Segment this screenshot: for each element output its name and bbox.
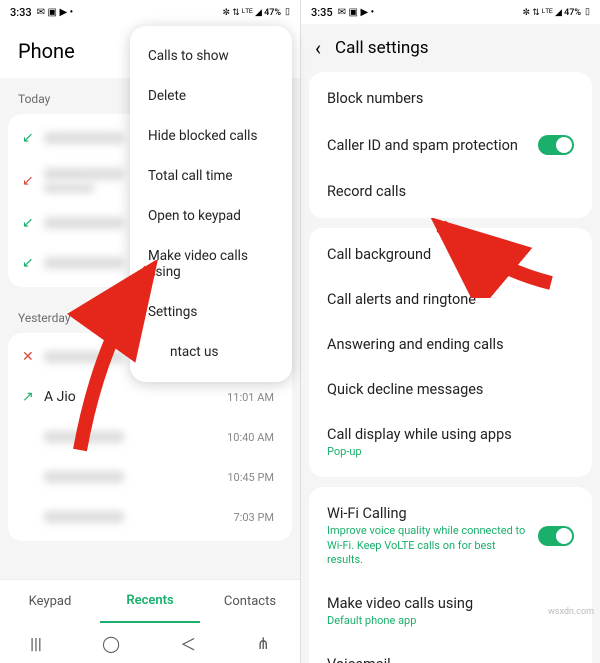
caller-name <box>44 217 124 229</box>
call-time: 11:01 AM <box>227 391 278 404</box>
settings-header: ‹ Call settings <box>301 24 600 72</box>
status-time: 3:35 <box>311 6 333 19</box>
settings-group-3: Wi-Fi Calling Improve voice quality whil… <box>309 487 592 663</box>
caller-name <box>44 132 124 144</box>
caller-name <box>44 168 124 180</box>
status-system-icons: ✼ ⇅ ᴸᵀᴱ ◢ 47% <box>222 7 281 18</box>
phone-app-pane: 3:33 ✉ ▣ ▶ • ✼ ⇅ ᴸᵀᴱ ◢ 47% ▯ Phone Today… <box>0 0 300 663</box>
annotation-arrow-settings <box>60 260 170 460</box>
call-time: 10:40 AM <box>227 431 278 444</box>
status-bar: 3:35 ✉ ▣ ▶ • ✼ ⇅ ᴸᵀᴱ ◢ 47% ▯ <box>301 0 600 24</box>
bottom-tabs: Keypad Recents Contacts <box>0 579 300 623</box>
setting-call-display[interactable]: Call display while using apps Pop-up <box>309 412 592 473</box>
setting-wifi-calling[interactable]: Wi-Fi Calling Improve voice quality whil… <box>309 491 592 581</box>
battery-icon: ▯ <box>285 7 290 17</box>
watermark: wsxdn.com <box>548 607 594 617</box>
caller-sub <box>44 183 94 193</box>
setting-voicemail[interactable]: Voicemail <box>309 642 592 663</box>
status-notif-icons: ✉ ▣ ▶ • <box>37 7 73 18</box>
nav-accessibility-icon[interactable]: ⋔ <box>256 634 269 653</box>
setting-answering[interactable]: Answering and ending calls <box>309 322 592 367</box>
status-system-icons: ✼ ⇅ ᴸᵀᴱ ◢ 47% <box>522 7 581 18</box>
status-time: 3:33 <box>10 6 32 19</box>
caller-name <box>44 511 124 523</box>
menu-open-keypad[interactable]: Open to keypad <box>130 196 292 236</box>
status-bar: 3:33 ✉ ▣ ▶ • ✼ ⇅ ᴸᵀᴱ ◢ 47% ▯ <box>0 0 300 24</box>
nav-back-icon[interactable]: ＜ <box>180 631 196 655</box>
back-icon[interactable]: ‹ <box>315 36 321 60</box>
annotation-arrow-call-background <box>431 218 561 298</box>
caller-name <box>44 471 124 483</box>
menu-total-call-time[interactable]: Total call time <box>130 156 292 196</box>
incoming-call-icon: ↙ <box>22 130 44 146</box>
status-notif-icons: ✉ ▣ ▶ • <box>338 7 374 18</box>
tab-recents[interactable]: Recents <box>100 580 200 623</box>
incoming-call-icon: ↙ <box>22 255 44 271</box>
setting-record-calls[interactable]: Record calls <box>309 169 592 214</box>
setting-caller-id[interactable]: Caller ID and spam protection <box>309 121 592 169</box>
incoming-call-icon: ↙ <box>22 215 44 231</box>
nav-home-icon[interactable]: ◯ <box>102 634 120 653</box>
menu-hide-blocked[interactable]: Hide blocked calls <box>130 116 292 156</box>
setting-block-numbers[interactable]: Block numbers <box>309 76 592 121</box>
header-title: Call settings <box>335 38 429 58</box>
toggle-caller-id[interactable] <box>538 135 574 155</box>
settings-group-1: Block numbers Caller ID and spam protect… <box>309 72 592 218</box>
menu-delete[interactable]: Delete <box>130 76 292 116</box>
setting-quick-decline[interactable]: Quick decline messages <box>309 367 592 412</box>
missed-call-icon: ↙ <box>22 173 44 189</box>
call-time: 10:45 PM <box>227 471 278 484</box>
call-time: 7:03 PM <box>234 511 278 524</box>
outgoing-call-icon: ↗ <box>22 389 44 405</box>
nav-recents-icon[interactable]: ||| <box>30 634 42 653</box>
contact-icon: ✕ <box>22 349 44 365</box>
call-row[interactable]: 10:45 PM <box>8 457 292 497</box>
tab-contacts[interactable]: Contacts <box>200 580 300 623</box>
tab-keypad[interactable]: Keypad <box>0 580 100 623</box>
android-nav-bar: ||| ◯ ＜ ⋔ <box>0 623 300 663</box>
menu-calls-to-show[interactable]: Calls to show <box>130 36 292 76</box>
toggle-wifi-calling[interactable] <box>538 526 574 546</box>
battery-icon: ▯ <box>585 7 590 17</box>
call-settings-pane: 3:35 ✉ ▣ ▶ • ✼ ⇅ ᴸᵀᴱ ◢ 47% ▯ ‹ Call sett… <box>300 0 600 663</box>
call-row[interactable]: 7:03 PM <box>8 497 292 537</box>
